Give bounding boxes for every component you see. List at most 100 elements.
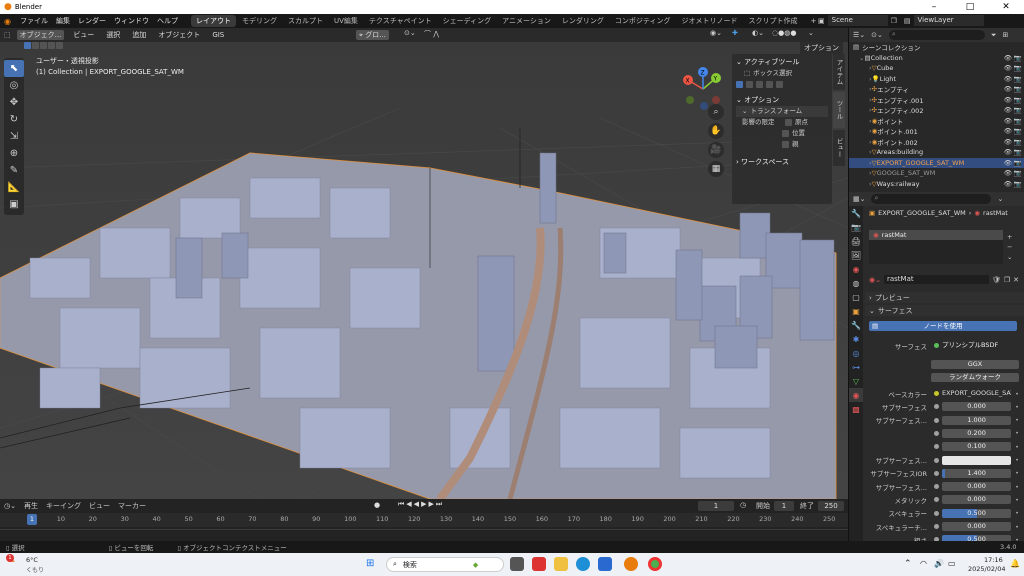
outliner-search-input[interactable]: ⌕: [888, 30, 985, 40]
scale-tool-icon[interactable]: ⇲: [4, 128, 24, 145]
keyframe-dot-icon[interactable]: •: [1015, 496, 1019, 504]
pivot-icon[interactable]: ⊙⌄: [404, 29, 416, 37]
frame-ruler[interactable]: 1102030405060708090100110120130140150160…: [0, 513, 848, 527]
surface-shader-field[interactable]: プリンシプルBSDF: [942, 341, 1019, 350]
unlink-material-icon[interactable]: ✕: [1013, 276, 1019, 284]
particles-tab-icon[interactable]: ✱: [849, 332, 863, 346]
office-icon[interactable]: [532, 557, 546, 571]
workspace-tab-0[interactable]: レイアウト: [190, 15, 236, 27]
property-value-field[interactable]: 0.000: [942, 402, 1012, 412]
edge-icon[interactable]: [576, 557, 590, 571]
workspace-tab-8[interactable]: コンポジティング: [610, 15, 676, 27]
transform-orientation[interactable]: ⌖ グロ...: [356, 30, 389, 40]
volume-icon[interactable]: 🔊: [934, 559, 944, 568]
keyframe-dot-icon[interactable]: •: [1015, 403, 1019, 411]
battery-icon[interactable]: ▭: [948, 559, 956, 568]
filter-funnel-icon[interactable]: ⏷: [991, 31, 997, 40]
workspace-tab-10[interactable]: スクリプト作成: [743, 15, 802, 27]
select-subtract-icon[interactable]: [40, 42, 47, 49]
viewport-menu-3[interactable]: オブジェクト: [155, 30, 203, 40]
snap-icon[interactable]: ⌒ ⋀: [424, 29, 439, 39]
keyframe-dot-icon[interactable]: •: [1015, 469, 1019, 477]
workspace-tab-2[interactable]: スカルプト: [283, 15, 328, 27]
scene-tab-icon[interactable]: ◉: [849, 262, 863, 276]
data-tab-icon[interactable]: ▽: [849, 374, 863, 388]
viewport-menu-0[interactable]: ビュー: [70, 30, 97, 40]
distribution-dropdown[interactable]: GGX: [931, 360, 1019, 369]
workspace-tab-5[interactable]: シェーディング: [438, 15, 497, 27]
wifi-icon[interactable]: ◠: [920, 559, 927, 568]
mode-extend-icon[interactable]: [746, 81, 753, 88]
property-value-field[interactable]: 0.500: [942, 508, 1012, 518]
keyframe-dot-icon[interactable]: •: [1015, 483, 1019, 491]
render-camera-icon[interactable]: 📷: [1014, 169, 1022, 177]
use-nodes-button[interactable]: ▤ ノードを使用: [869, 321, 1017, 331]
viewport-menu-2[interactable]: 追加: [129, 30, 149, 40]
keyframe-dot-icon[interactable]: •: [1015, 456, 1019, 464]
blender-taskbar-icon[interactable]: [624, 557, 638, 571]
cursor-tool-icon[interactable]: ◎: [4, 77, 24, 94]
new-collection-icon[interactable]: ⊞: [1002, 31, 1008, 39]
outliner-item[interactable]: › ✣ エンプティ.001 👁 📷: [849, 95, 1024, 106]
property-value-field[interactable]: 0.200: [942, 428, 1012, 438]
maximize-button[interactable]: □: [952, 0, 988, 14]
chrome-icon[interactable]: [648, 557, 662, 571]
view-layer-selector[interactable]: ViewLayer: [913, 15, 984, 26]
select-invert-icon[interactable]: [48, 42, 55, 49]
copy-scene-icon[interactable]: ❐: [891, 17, 897, 25]
visibility-eye-icon[interactable]: 👁: [1004, 127, 1012, 135]
material-browse-icon[interactable]: ◉⌄: [869, 276, 881, 284]
keyframe-dot-icon[interactable]: •: [1015, 390, 1019, 398]
property-value-field[interactable]: 0.100: [942, 442, 1012, 452]
visibility-eye-icon[interactable]: 👁: [1004, 75, 1012, 83]
taskbar-search-box[interactable]: ⌕ 検索 ◆: [386, 557, 504, 572]
shading-menu-icon[interactable]: ⌄: [808, 29, 814, 37]
socket-icon[interactable]: [934, 497, 939, 503]
material-slot-item[interactable]: ◉ rastMat: [869, 230, 1003, 240]
overlays-icon[interactable]: ◐⌄: [752, 29, 764, 37]
property-value-field[interactable]: EXPORT_GOOGLE_SAT...: [942, 389, 1012, 398]
gizmo-toggle-icon[interactable]: ✚: [732, 29, 738, 37]
outliner-item[interactable]: › ◉ ポイント.001 👁 📷: [849, 126, 1024, 137]
render-camera-icon[interactable]: 📷: [1014, 106, 1022, 114]
filter-icon[interactable]: ⊙⌄: [871, 31, 883, 39]
viewport-menu-4[interactable]: GIS: [209, 30, 227, 40]
visibility-eye-icon[interactable]: 👁: [1004, 117, 1012, 125]
physics-tab-icon[interactable]: ◎: [849, 346, 863, 360]
tool-tab-icon[interactable]: 🔧: [849, 206, 863, 220]
outliner-item[interactable]: › ▽ Cube 👁 📷: [849, 63, 1024, 74]
outliner-item[interactable]: › ✣ エンプティ.002 👁 📷: [849, 105, 1024, 116]
clock-date[interactable]: 2025/02/04: [968, 565, 1005, 573]
select-new-icon[interactable]: [24, 42, 31, 49]
slot-side-buttons[interactable]: + − ⌄: [1007, 232, 1012, 262]
playback-controls-icon[interactable]: ⏮◀◀▶▶⏭: [398, 500, 444, 509]
material-slot-list[interactable]: ◉ rastMat: [869, 230, 1003, 264]
material-name-field[interactable]: rastMat: [883, 275, 989, 284]
mode-subtract-icon[interactable]: [756, 81, 763, 88]
outliner-item[interactable]: › 💡 Light 👁 📷: [849, 74, 1024, 85]
mode-intersect-icon[interactable]: [776, 81, 783, 88]
socket-icon[interactable]: [934, 444, 939, 450]
playhead[interactable]: 1: [27, 514, 37, 525]
outliner-editor-icon[interactable]: ☰⌄: [853, 31, 865, 39]
record-icon[interactable]: ●: [374, 501, 380, 509]
visibility-eye-icon[interactable]: 👁: [1004, 138, 1012, 146]
menu-1[interactable]: 編集: [53, 16, 73, 26]
box-select-row[interactable]: ⬚ ボックス選択: [736, 68, 828, 79]
move-tool-icon[interactable]: ✥: [4, 94, 24, 111]
view-layer-tab-icon[interactable]: 🖼: [849, 248, 863, 262]
visibility-eye-icon[interactable]: 👁: [1004, 106, 1012, 114]
subsurface-method-dropdown[interactable]: ランダムウォーク: [931, 373, 1019, 382]
workspace-tab-1[interactable]: モデリング: [237, 15, 282, 27]
keyframe-dot-icon[interactable]: •: [1015, 443, 1019, 451]
socket-icon[interactable]: [934, 404, 939, 410]
visibility-eye-icon[interactable]: 👁: [1004, 180, 1012, 188]
visibility-eye-icon[interactable]: 👁: [1004, 85, 1012, 93]
end-frame-field[interactable]: 250: [818, 501, 844, 511]
mode-invert-icon[interactable]: [766, 81, 773, 88]
measure-tool-icon[interactable]: 📐: [4, 179, 24, 196]
parents-checkbox[interactable]: [782, 141, 789, 148]
outliner-item[interactable]: › ✣ エンプティ 👁 📷: [849, 84, 1024, 95]
visibility-eye-icon[interactable]: 👁: [1004, 159, 1012, 167]
outliner-item[interactable]: › ◉ ポイント 👁 📷: [849, 116, 1024, 127]
